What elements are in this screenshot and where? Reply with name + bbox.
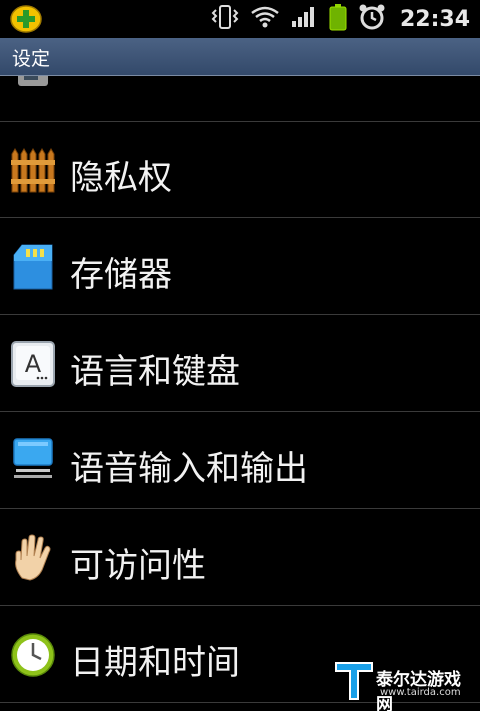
watermark-t-icon: [335, 662, 373, 700]
clock-time: 22:34: [399, 6, 470, 32]
status-bar: 22:34: [0, 0, 480, 38]
hand-icon: [10, 534, 56, 582]
settings-list[interactable]: 动作 隐私权: [0, 76, 480, 711]
signal-icon: [290, 5, 318, 33]
settings-item-label: 存储器: [70, 255, 172, 295]
settings-item-label: 隐私权: [70, 158, 172, 198]
privacy-fence-icon: [10, 146, 56, 194]
settings-item-storage[interactable]: 存储器: [0, 219, 480, 315]
svg-text:A: A: [25, 350, 42, 378]
settings-item-voice-io[interactable]: 语音输入和输出: [0, 413, 480, 509]
settings-item-label: 可访问性: [70, 546, 206, 586]
settings-item-label: 语言和键盘: [70, 352, 240, 392]
alarm-icon: [358, 3, 386, 35]
settings-item-privacy[interactable]: 隐私权: [0, 122, 480, 218]
clock-icon: [10, 631, 56, 679]
wifi-icon: [250, 5, 280, 33]
settings-item-language-keyboard[interactable]: A 语言和键盘: [0, 316, 480, 412]
keyboard-a-icon: A: [10, 340, 56, 388]
title-bar: 设定: [0, 38, 480, 76]
motion-icon: [10, 76, 56, 114]
settings-item-label: 语音输入和输出: [70, 449, 308, 489]
settings-item-accessibility[interactable]: 可访问性: [0, 510, 480, 606]
settings-item-label: 动作: [70, 76, 138, 79]
settings-item-motion[interactable]: 动作: [0, 76, 480, 122]
app-plus-icon[interactable]: [10, 4, 42, 38]
storage-card-icon: [10, 243, 56, 291]
settings-item-label: 日期和时间: [70, 643, 240, 683]
vibrate-icon: [210, 4, 240, 34]
monitor-voice-icon: [10, 437, 56, 485]
battery-icon: [328, 3, 348, 35]
page-title: 设定: [12, 48, 51, 70]
watermark-url: www.tairda.com: [380, 687, 461, 698]
watermark-logo: 泰尔达游戏网 www.tairda.com: [334, 659, 474, 711]
